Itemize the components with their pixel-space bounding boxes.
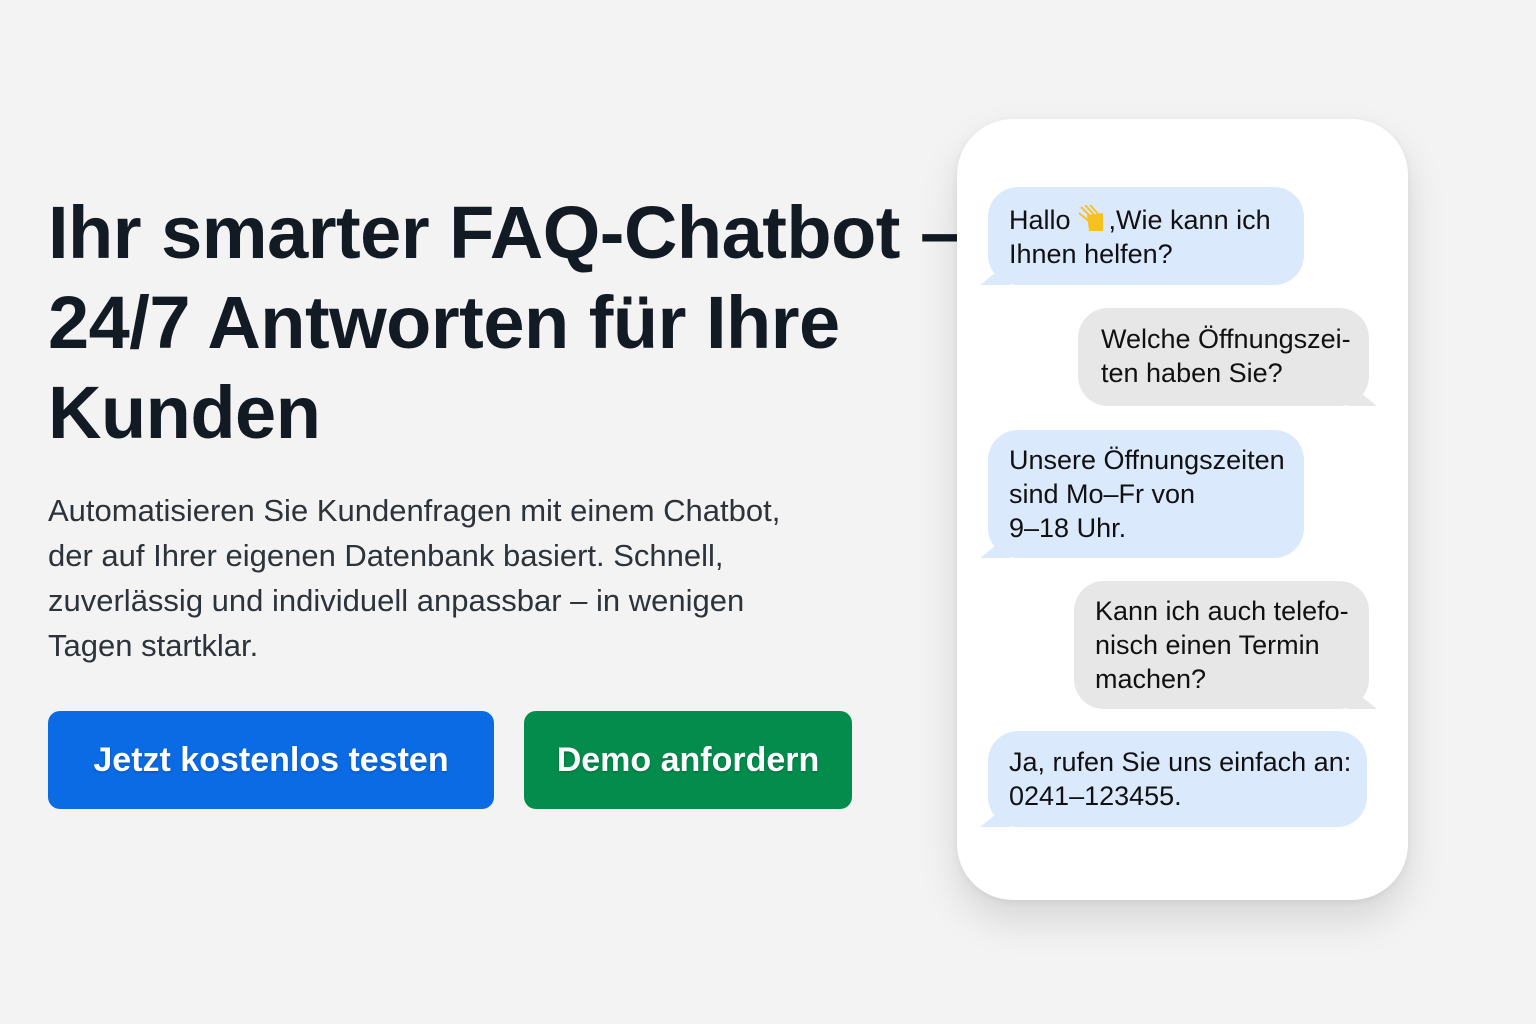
headline-line: Kunden: [48, 371, 321, 454]
message-text: Ihnen helfen?: [1009, 239, 1173, 269]
headline-line: Ihr smarter FAQ-Chatbot –: [48, 191, 961, 274]
description-line: Tagen startklar.: [48, 628, 259, 663]
headline-line: 24/7 Antworten für Ihre: [48, 281, 840, 364]
message-text: nisch einen Termin: [1095, 630, 1320, 660]
page-title: Ihr smarter FAQ-Chatbot – 24/7 Antworten…: [48, 188, 961, 458]
message-text: Unsere Öffnungszeiten: [1009, 445, 1285, 475]
message-text: sind Mo–Fr von: [1009, 479, 1196, 509]
message-text: Hallo: [1009, 205, 1071, 235]
message-text: machen?: [1095, 664, 1207, 694]
message-text: Welche Öffnungszei-: [1101, 324, 1351, 354]
chat-message-user: Kann ich auch telefo- nisch einen Termin…: [1074, 581, 1369, 709]
chat-message-bot: Unsere Öffnungszeiten sind Mo–Fr von 9–1…: [988, 430, 1304, 558]
request-demo-button[interactable]: Demo anfordern: [524, 711, 852, 809]
description-line: der auf Ihrer eigenen Datenbank basiert.…: [48, 538, 724, 573]
chat-phone-mockup: Hallo ,Wie kann ich Ihnen helfen? Welche …: [957, 119, 1408, 900]
chat-message-user: Welche Öffnungszei- ten haben Sie?: [1078, 308, 1369, 406]
description-line: Automatisieren Sie Kundenfragen mit eine…: [48, 493, 781, 528]
chat-message-bot: Ja, rufen Sie uns einfach an: 0241–12345…: [988, 731, 1367, 827]
waving-hand-emoji-icon: [1077, 205, 1103, 231]
message-text: 0241–123455.: [1009, 781, 1182, 811]
chat-message-bot: Hallo ,Wie kann ich Ihnen helfen?: [988, 187, 1304, 285]
message-text: 9–18 Uhr.: [1009, 513, 1127, 543]
hero-description: Automatisieren Sie Kundenfragen mit eine…: [48, 488, 780, 668]
description-line: zuverlässig und individuell anpassbar – …: [48, 583, 745, 618]
message-text: Ja, rufen Sie uns einfach an:: [1009, 747, 1352, 777]
free-trial-button[interactable]: Jetzt kostenlos testen: [48, 711, 494, 809]
message-text: ten haben Sie?: [1101, 358, 1283, 388]
message-text: ,Wie kann ich: [1108, 205, 1271, 235]
message-text: Kann ich auch telefo-: [1095, 596, 1349, 626]
